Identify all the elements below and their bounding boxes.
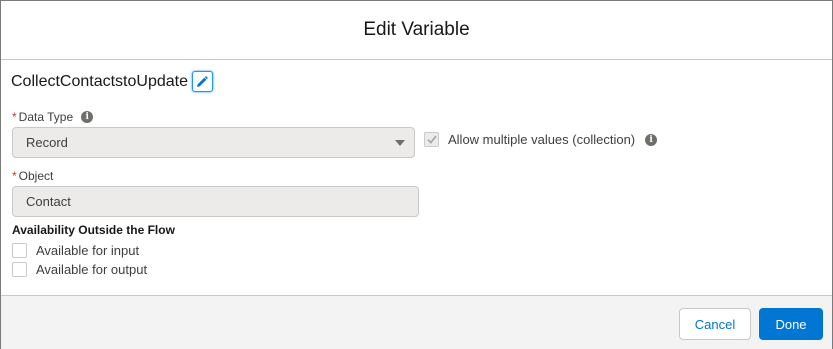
available-for-output-label: Available for output [36,262,148,277]
available-for-input-label: Available for input [36,243,140,258]
object-label: Object [18,169,54,183]
data-type-value: Record [26,135,68,150]
modal-title: Edit Variable [363,19,470,40]
edit-variable-modal: Edit Variable CollectContactstoUpdate * … [0,0,833,349]
available-for-output-checkbox[interactable] [12,262,27,277]
modal-footer: Cancel Done [1,295,832,349]
caret-down-icon [395,140,405,146]
edit-name-button[interactable] [191,71,213,92]
info-icon[interactable]: i [81,111,94,123]
object-field[interactable]: Contact [12,186,419,217]
allow-multiple-row: Allow multiple values (collection) i [424,132,658,147]
available-for-input-checkbox[interactable] [12,243,27,258]
required-mark: * [12,110,17,124]
data-type-select[interactable]: Record [12,127,415,158]
object-value: Contact [26,194,71,209]
object-label-row: * Object [12,169,53,183]
info-icon[interactable]: i [645,133,658,146]
cancel-button[interactable]: Cancel [679,308,751,340]
data-type-label: Data Type [18,110,74,124]
data-type-label-row: * Data Type i [12,110,94,124]
required-mark: * [12,169,17,183]
done-button[interactable]: Done [759,308,823,340]
allow-multiple-checkbox[interactable] [424,132,439,147]
modal-header: Edit Variable [1,1,832,60]
availability-title: Availability Outside the Flow [12,223,175,237]
available-for-output-row: Available for output [12,262,147,277]
available-for-input-row: Available for input [12,243,139,258]
checkmark-icon [426,135,437,144]
pencil-icon [197,75,209,87]
allow-multiple-label: Allow multiple values (collection) [448,132,636,147]
variable-name: CollectContactstoUpdate [11,72,188,90]
variable-name-row: CollectContactstoUpdate [11,71,213,92]
